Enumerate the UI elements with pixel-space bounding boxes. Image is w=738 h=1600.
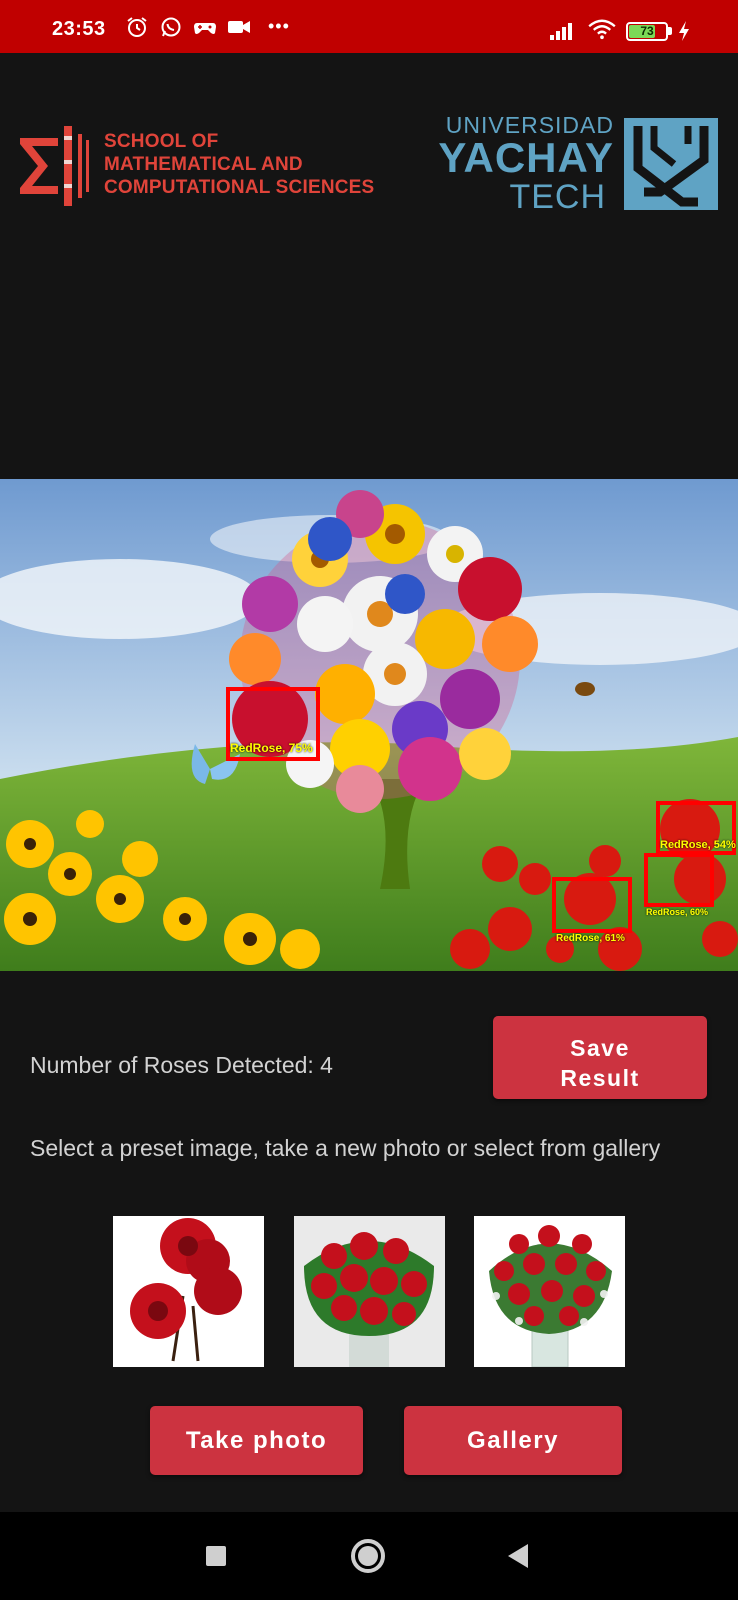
wifi-icon: [588, 19, 616, 40]
school-logo-text: SCHOOL OF MATHEMATICAL AND COMPUTATIONAL…: [104, 130, 374, 199]
detection-label: RedRose, 54%: [660, 839, 736, 851]
status-bar: 23:53 ••• 73: [0, 0, 738, 53]
save-result-label: Save: [570, 1035, 630, 1061]
game-controller-icon: [194, 23, 216, 34]
detection-box: RedRose, 54%: [656, 801, 736, 855]
recent-apps-icon[interactable]: [194, 1534, 238, 1578]
charging-icon: [679, 21, 689, 41]
preset-rose-bouquet-2: [294, 1216, 445, 1367]
signal-icon: [550, 23, 572, 40]
detection-label: RedRose, 75%: [230, 741, 313, 755]
university-logo-line3: TECH: [509, 178, 606, 216]
roses-detected-count: Number of Roses Detected: 4: [30, 1052, 333, 1078]
battery-level: 73: [640, 24, 654, 38]
status-time: 23:53: [52, 18, 106, 40]
university-logo-mark-icon: [624, 118, 718, 210]
battery-tip: [668, 27, 672, 35]
battery-icon: 73: [626, 22, 668, 41]
detection-box: RedRose, 60%: [644, 853, 714, 917]
take-photo-button[interactable]: Take photo: [150, 1406, 363, 1475]
school-logo-mark-icon: [20, 126, 89, 206]
detection-box: RedRose, 75%: [226, 687, 320, 761]
save-result-label: Result: [560, 1065, 640, 1091]
whatsapp-icon: [161, 17, 181, 37]
preset-image-2[interactable]: [294, 1216, 445, 1367]
preset-rose-bouquet-1: [130, 1218, 242, 1362]
more-dots-icon: •••: [268, 16, 290, 36]
school-logo: SCHOOL OF MATHEMATICAL AND COMPUTATIONAL…: [16, 126, 374, 206]
home-icon[interactable]: [346, 1534, 390, 1578]
preset-image-1[interactable]: [113, 1216, 264, 1367]
university-logo-text: UNIVERSIDAD YACHAY TECH: [428, 112, 614, 216]
school-logo-line: SCHOOL OF: [104, 131, 219, 152]
university-logo: UNIVERSIDAD YACHAY TECH: [428, 112, 720, 216]
school-logo-line: COMPUTATIONAL SCIENCES: [104, 177, 375, 198]
video-camera-icon: [228, 21, 250, 33]
alarm-icon: [127, 17, 147, 37]
school-logo-line: MATHEMATICAL AND: [104, 154, 303, 175]
detection-result-image: RedRose, 75% RedRose, 54% RedRose, 60% R…: [0, 479, 738, 971]
detection-label: RedRose, 60%: [646, 907, 709, 917]
preset-image-3[interactable]: [474, 1216, 625, 1367]
detection-label: RedRose, 61%: [556, 933, 625, 944]
university-logo-line2: YACHAY: [438, 134, 614, 181]
detection-box: RedRose, 61%: [552, 877, 632, 944]
gallery-button[interactable]: Gallery: [404, 1406, 622, 1475]
system-nav-bar: [0, 1512, 738, 1600]
back-icon[interactable]: [496, 1534, 540, 1578]
preset-rose-vase: [489, 1225, 612, 1367]
save-result-button[interactable]: Save Result: [493, 1016, 707, 1099]
instructions-text: Select a preset image, take a new photo …: [30, 1135, 661, 1161]
